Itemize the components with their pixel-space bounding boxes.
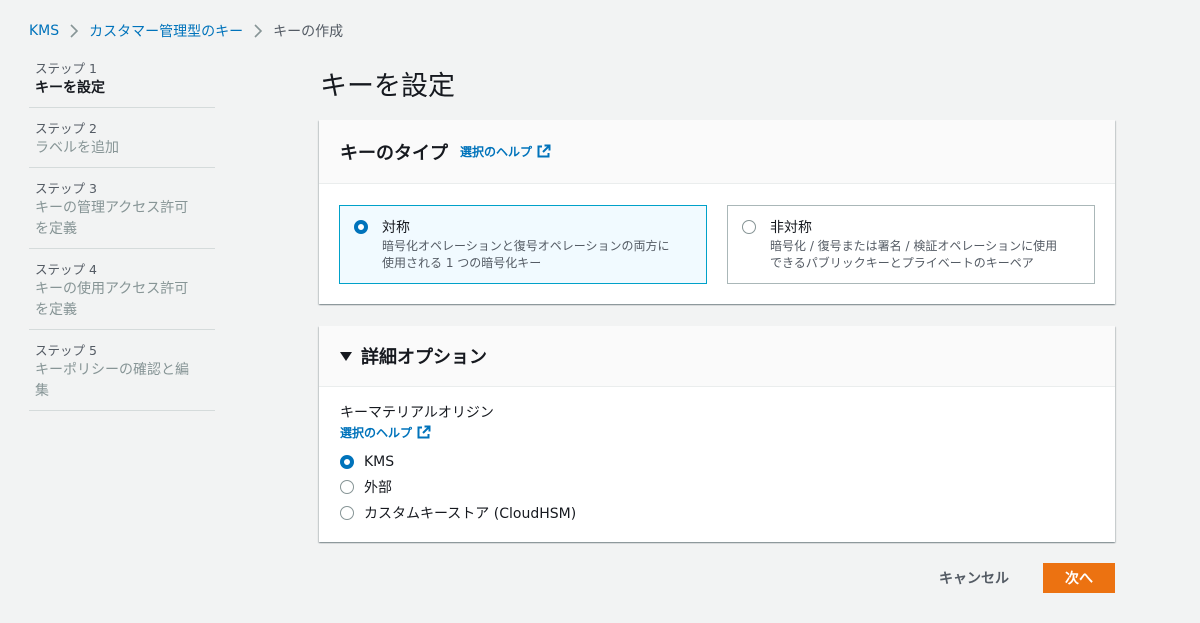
step-label: ラベルを追加 [35,140,119,156]
step-number: ステップ 1 [35,61,97,76]
tile-desc: できるパブリックキーとプライベートのキーペア [770,256,1034,270]
origin-options: KMS 外部 カスタムキーストア (CloudHSM) [340,449,1094,526]
caret-down-icon[interactable] [340,351,352,361]
step-number: ステップ 3 [35,181,97,196]
help-link-label: 選択のヘルプ [340,426,413,440]
asymmetric-option-tile[interactable]: 非対称 暗号化 / 復号または署名 / 検証オペレーションに使用 できるパブリッ… [727,205,1095,284]
external-link-icon [536,144,551,159]
next-button[interactable]: 次へ [1043,563,1115,593]
option-label: KMS [364,453,395,470]
cancel-button[interactable]: キャンセル [939,568,1009,588]
step-5: ステップ 5 キーポリシーの確認と編集 [29,330,215,411]
help-link-label: 選択のヘルプ [460,145,533,159]
origin-option-custom-key-store[interactable]: カスタムキーストア (CloudHSM) [340,500,1094,526]
step-label: キーポリシーの確認と編集 [35,362,189,399]
advanced-options-body: キーマテリアルオリジン 選択のヘルプ KMS 外部 カスタムキーストア (Clo… [319,387,1115,543]
tile-desc: 暗号化 / 復号または署名 / 検証オペレーションに使用 [770,239,1058,253]
custom-key-store-radio[interactable] [340,505,354,520]
breadcrumb-current: キーの作成 [273,24,344,40]
advanced-options-panel: 詳細オプション キーマテリアルオリジン 選択のヘルプ KMS 外部 カスタムキー… [319,326,1115,542]
step-3: ステップ 3 キーの管理アクセス許可を定義 [29,168,215,249]
step-number: ステップ 5 [35,343,97,358]
breadcrumb: KMS カスタマー管理型のキー キーの作成 [29,20,343,42]
step-label: キーの管理アクセス許可を定義 [35,200,189,237]
breadcrumb-kms-link[interactable]: KMS [29,23,59,39]
step-number: ステップ 4 [35,262,97,277]
advanced-options-header[interactable]: 詳細オプション [319,326,1115,387]
tile-title: 非対称 [770,220,812,236]
step-label: キーの使用アクセス許可を定義 [35,281,189,318]
tile-desc: 使用される 1 つの暗号化キー [382,256,542,270]
origin-help-link[interactable]: 選択のヘルプ [340,424,431,441]
tile-title: 対称 [382,220,410,236]
key-type-options: 対称 暗号化オペレーションと復号オペレーションの両方に 使用される 1 つの暗号… [319,184,1115,304]
step-4: ステップ 4 キーの使用アクセス許可を定義 [29,249,215,330]
origin-option-external[interactable]: 外部 [340,475,1094,501]
external-link-icon [416,425,431,440]
key-material-origin-label: キーマテリアルオリジン [340,405,494,421]
chevron-right-icon [59,24,89,38]
symmetric-radio[interactable] [354,220,368,234]
external-radio[interactable] [340,480,354,495]
step-label: キーを設定 [35,80,105,96]
chevron-right-icon [243,24,273,38]
symmetric-option-tile[interactable]: 対称 暗号化オペレーションと復号オペレーションの両方に 使用される 1 つの暗号… [339,205,707,284]
origin-option-kms[interactable]: KMS [340,449,1094,475]
breadcrumb-customer-keys-link[interactable]: カスタマー管理型のキー [89,21,243,41]
asymmetric-radio[interactable] [742,220,756,234]
tile-desc: 暗号化オペレーションと復号オペレーションの両方に [382,239,670,253]
key-type-header: キーのタイプ 選択のヘルプ [319,120,1115,184]
advanced-options-title[interactable]: 詳細オプション [361,343,487,369]
key-type-panel: キーのタイプ 選択のヘルプ 対称 暗号化オペレーションと復号オペレーションの両方… [319,120,1115,304]
option-label: 外部 [364,480,392,497]
wizard-steps: ステップ 1 キーを設定 ステップ 2 ラベルを追加 ステップ 3 キーの管理ア… [29,56,215,411]
wizard-footer: キャンセル 次へ [939,563,1115,593]
option-label: カスタムキーストア (CloudHSM) [364,505,577,522]
step-number: ステップ 2 [35,121,97,136]
step-1: ステップ 1 キーを設定 [29,56,215,108]
page-title: キーを設定 [320,71,455,102]
key-type-help-link[interactable]: 選択のヘルプ [460,143,551,160]
kms-radio[interactable] [340,454,354,469]
step-2: ステップ 2 ラベルを追加 [29,108,215,168]
key-type-title: キーのタイプ [340,142,448,164]
